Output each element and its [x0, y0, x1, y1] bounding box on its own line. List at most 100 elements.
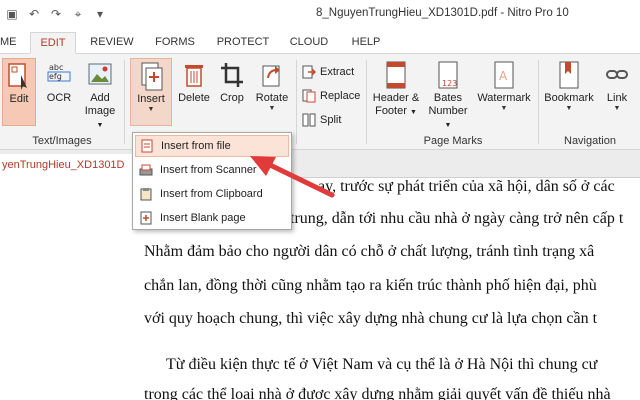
crop-icon	[221, 63, 243, 87]
header-footer-label-text: Footer	[375, 105, 407, 117]
dropdown-arrow-icon: ▼	[444, 122, 452, 129]
split-icon	[302, 113, 316, 127]
save-icon[interactable]: ▣	[4, 6, 20, 22]
replace-icon	[302, 89, 316, 103]
tab-protect[interactable]: PROTECT	[212, 32, 274, 54]
ribbon: Edit abc efg OCR Add Image ▼ Insert ▼ De…	[0, 54, 640, 150]
split-button[interactable]: Split	[302, 110, 341, 130]
insert-button[interactable]: Insert ▼	[130, 58, 172, 126]
paragraph-line: với quy hoạch chung, thì việc xây dựng n…	[144, 310, 598, 327]
extract-icon	[302, 65, 316, 79]
paragraph-line: trung, dẫn tới nhu cầu nhà ở ngày càng t…	[290, 210, 624, 227]
group-label-page-marks: Page Marks	[423, 135, 483, 147]
rotate-label: Rotate	[255, 92, 289, 104]
trash-icon	[185, 65, 203, 87]
paragraph-line: chắn lan, đồng thời cũng nhằm tạo ra kiế…	[144, 277, 597, 294]
link-label: Link	[606, 92, 628, 104]
clipboard-icon	[140, 188, 152, 201]
rotate-button[interactable]: Rotate ▼	[252, 58, 292, 126]
bates-number-button[interactable]: 123 Bates Number ▼	[424, 58, 472, 129]
group-separator	[366, 60, 367, 144]
dropdown-arrow-icon: ▼	[613, 105, 621, 112]
file-icon	[141, 139, 153, 153]
cursor-icon[interactable]: ⌖	[70, 6, 86, 22]
dropdown-arrow-icon: ▼	[147, 106, 155, 113]
bates-label-text: Number	[428, 105, 468, 117]
delete-button[interactable]: Delete	[176, 58, 212, 126]
menu-item-insert-blank-page[interactable]: Insert Blank page	[135, 207, 289, 229]
menu-item-label: Insert from Scanner	[160, 164, 257, 176]
paragraph-line: ay, trước sự phát triển của xã hội, dân …	[318, 178, 615, 195]
svg-text:123: 123	[442, 79, 457, 88]
document-tab-strip: yenTrungHieu_XD1301D	[0, 150, 640, 178]
link-button[interactable]: Link ▼	[600, 58, 634, 126]
dropdown-arrow-icon: ▼	[96, 122, 104, 129]
delete-label: Delete	[178, 92, 210, 104]
ribbon-tabs: ME EDIT REVIEW FORMS PROTECT CLOUD HELP	[0, 28, 640, 54]
document-tab[interactable]: yenTrungHieu_XD1301D	[0, 154, 140, 178]
menu-item-insert-from-clipboard[interactable]: Insert from Clipboard	[135, 183, 289, 205]
add-image-button[interactable]: Add Image ▼	[80, 58, 120, 129]
tab-help[interactable]: HELP	[346, 32, 386, 54]
group-separator	[538, 60, 539, 144]
window-title: 8_NguyenTrungHieu_XD1301D.pdf - Nitro Pr…	[316, 7, 569, 19]
header-footer-label-line2: Footer ▼	[370, 105, 422, 119]
menu-item-insert-from-scanner[interactable]: Insert from Scanner	[135, 159, 289, 181]
tab-review[interactable]: REVIEW	[84, 32, 140, 54]
scanner-icon	[139, 164, 153, 176]
extract-button[interactable]: Extract	[302, 62, 354, 82]
image-icon	[88, 63, 112, 85]
document-page[interactable]: ay, trước sự phát triển của xã hội, dân …	[0, 178, 640, 400]
menu-item-label: Insert Blank page	[160, 212, 246, 224]
menu-item-insert-from-file[interactable]: Insert from file	[135, 135, 289, 157]
dropdown-arrow-icon: ▼	[268, 105, 276, 112]
bookmark-label: Bookmark	[544, 92, 594, 104]
insert-dropdown-menu: Insert from file Insert from Scanner Ins…	[132, 132, 292, 230]
dropdown-arrow-icon: ▼	[565, 105, 573, 112]
header-footer-button[interactable]: Header & Footer ▼	[370, 58, 422, 126]
bookmark-button[interactable]: Bookmark ▼	[542, 58, 596, 126]
extract-label: Extract	[320, 66, 355, 78]
tab-forms[interactable]: FORMS	[150, 32, 200, 54]
replace-label: Replace	[320, 90, 361, 102]
watermark-icon: A	[494, 61, 514, 89]
link-icon	[606, 70, 628, 79]
insert-label: Insert	[137, 93, 165, 105]
bookmark-icon	[559, 61, 579, 89]
paragraph-line: Từ điều kiện thực tế ở Việt Nam và cụ th…	[166, 356, 598, 373]
dropdown-arrow-icon: ▼	[500, 105, 508, 112]
group-label-navigation: Navigation	[564, 135, 616, 147]
add-image-label-line2: Image ▼	[80, 105, 120, 132]
bates-number-icon: 123	[438, 61, 458, 89]
replace-button[interactable]: Replace	[302, 86, 360, 106]
group-label-text-images: Text/Images	[32, 135, 92, 147]
title-bar: ▣ ↶ ↷ ⌖ ▾ 8_NguyenTrungHieu_XD1301D.pdf …	[0, 0, 640, 28]
watermark-button[interactable]: A Watermark ▼	[474, 58, 534, 126]
redo-icon[interactable]: ↷	[48, 6, 64, 22]
add-image-label-text: Image	[84, 105, 116, 117]
quick-access-toolbar: ▣ ↶ ↷ ⌖ ▾	[0, 6, 108, 22]
svg-text:A: A	[499, 69, 508, 83]
ocr-button[interactable]: abc efg OCR	[42, 58, 76, 126]
tab-edit[interactable]: EDIT	[30, 32, 76, 54]
group-separator	[296, 60, 297, 144]
header-footer-label-line1: Header &	[372, 92, 420, 104]
menu-item-label: Insert from Clipboard	[160, 188, 263, 200]
tab-cloud[interactable]: CLOUD	[284, 32, 334, 54]
edit-label: Edit	[9, 93, 29, 105]
undo-icon[interactable]: ↶	[26, 6, 42, 22]
crop-button[interactable]: Crop	[216, 58, 248, 126]
tab-home[interactable]: ME	[0, 32, 24, 54]
add-image-label-line1: Add	[90, 92, 110, 104]
insert-page-icon	[141, 62, 163, 91]
menu-item-label: Insert from file	[161, 140, 231, 152]
group-separator	[124, 60, 125, 144]
ocr-label: OCR	[46, 92, 72, 104]
edit-button[interactable]: Edit	[2, 58, 36, 126]
svg-text:abc: abc	[49, 63, 63, 72]
bates-label-line1: Bates	[433, 92, 463, 104]
crop-label: Crop	[220, 92, 244, 104]
paragraph-line: Nhằm đảm bảo cho người dân có chỗ ở chất…	[144, 243, 595, 260]
customize-dropdown-icon[interactable]: ▾	[92, 6, 108, 22]
paragraph-line: trong các thể loại nhà ở được xây dựng n…	[144, 386, 611, 400]
